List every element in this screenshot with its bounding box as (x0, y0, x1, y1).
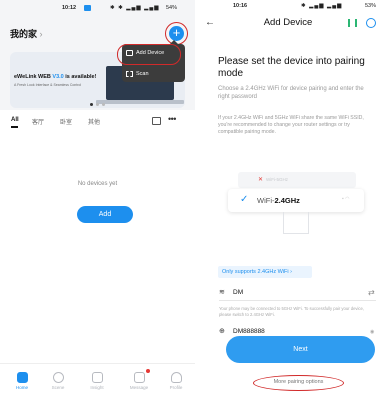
tab-underline (11, 126, 18, 128)
carousel-dot (96, 103, 99, 106)
add-device-screen: 10:16 ✱ ▂▄▆ ▂▄▆ 53% ← Add Device Please … (195, 0, 381, 397)
next-button[interactable]: Next (226, 336, 375, 363)
choose-wifi-text: Choose a 2.4GHz WiFi for device pairing … (218, 86, 364, 100)
wifi-5ghz-card: ✕ WiFi-5GHz (238, 172, 356, 188)
switch-wifi-icon[interactable]: ⇄ (368, 288, 375, 297)
app-notification-icon (84, 5, 91, 11)
signal-icon[interactable] (348, 19, 357, 27)
empty-state-text: No devices yet (77, 181, 118, 187)
tab-other[interactable]: 其他 (88, 117, 100, 126)
x-icon: ✕ (258, 177, 264, 183)
add-device-button[interactable]: Add (77, 206, 133, 223)
carousel-dot (102, 103, 105, 106)
home-screen: 10:12 ✱ ✱ ▂▄▆ ▂▄▆ 54% 我的家 › + eWeLink WE… (0, 0, 195, 397)
nav-home[interactable]: Home (7, 372, 37, 390)
link-icon[interactable] (366, 18, 376, 28)
nav-profile[interactable]: Profile (161, 372, 191, 390)
nav-scene[interactable]: Scene (43, 372, 73, 390)
wifi-icon: ≋ (219, 289, 225, 296)
carousel-dot (90, 103, 93, 106)
divider (219, 300, 376, 301)
nav-message[interactable]: Message (124, 372, 154, 390)
more-icon[interactable]: ••• (168, 114, 176, 124)
wifi-info-text: If your 2.4GHz WiFi and 5GHz WiFi share … (218, 115, 364, 135)
router-illustration (283, 212, 309, 234)
status-icons: ✱ ✱ ▂▄▆ ▂▄▆ (110, 5, 160, 11)
tab-living-room[interactable]: 客厅 (32, 117, 44, 126)
scene-icon (52, 372, 64, 383)
pairing-heading: Please set the device into pairing mode (218, 56, 365, 79)
tab-bedroom[interactable]: 卧室 (60, 117, 72, 126)
add-plus-button[interactable]: + (169, 26, 184, 41)
nav-insight[interactable]: Insight (82, 372, 112, 390)
message-icon (133, 372, 145, 383)
ssid-field[interactable]: DM (233, 289, 243, 296)
connection-notice: Your phone may be connected to 5GHz WiFi… (219, 306, 365, 317)
add-device-menu-item[interactable]: Add Device (126, 50, 164, 56)
home-title[interactable]: 我的家 › (10, 27, 43, 40)
device-list-area (0, 110, 195, 363)
scan-menu-item[interactable]: Scan (126, 71, 149, 77)
wifi-24ghz-label: WiFi-2.4GHz (257, 196, 300, 205)
laptop-base (96, 100, 184, 104)
status-time: 10:16 (233, 3, 248, 9)
status-icons: ✱ ▂▄▆ ▂▄▆ (301, 3, 343, 9)
wifi-5ghz-label: WiFi-5GHz (266, 177, 288, 182)
wifi-24ghz-card: ✓ WiFi-2.4GHz ▪ ◠ (228, 189, 364, 212)
device-add-icon (126, 50, 133, 56)
only-supports-link[interactable]: Only supports 2.4GHz WiFi › (218, 266, 312, 278)
chevron-right-icon: › (39, 29, 43, 39)
lock-icon: ⊕ (219, 328, 225, 335)
lock-wifi-icon: ▪ ◠ (342, 196, 350, 202)
profile-icon (170, 372, 182, 383)
banner-subtitle: A Fresh Look Interface & Seamless Contro… (14, 83, 82, 87)
message-badge (146, 369, 150, 373)
more-pairing-options-link[interactable]: More pairing options (253, 379, 344, 385)
status-time: 10:12 (62, 5, 77, 11)
battery-level: 54% (166, 5, 178, 11)
banner-title: eWeLink WEB V3.0 is available! (14, 74, 97, 80)
list-view-icon[interactable] (152, 117, 161, 125)
tab-all[interactable]: All (11, 117, 19, 123)
scan-icon (126, 71, 133, 77)
check-icon: ✓ (240, 194, 249, 205)
home-icon (16, 372, 28, 383)
insight-icon (91, 372, 103, 383)
battery-level: 53% (365, 3, 377, 9)
password-field[interactable]: DM888888 (233, 328, 265, 335)
eye-icon[interactable]: ◉ (370, 329, 374, 335)
